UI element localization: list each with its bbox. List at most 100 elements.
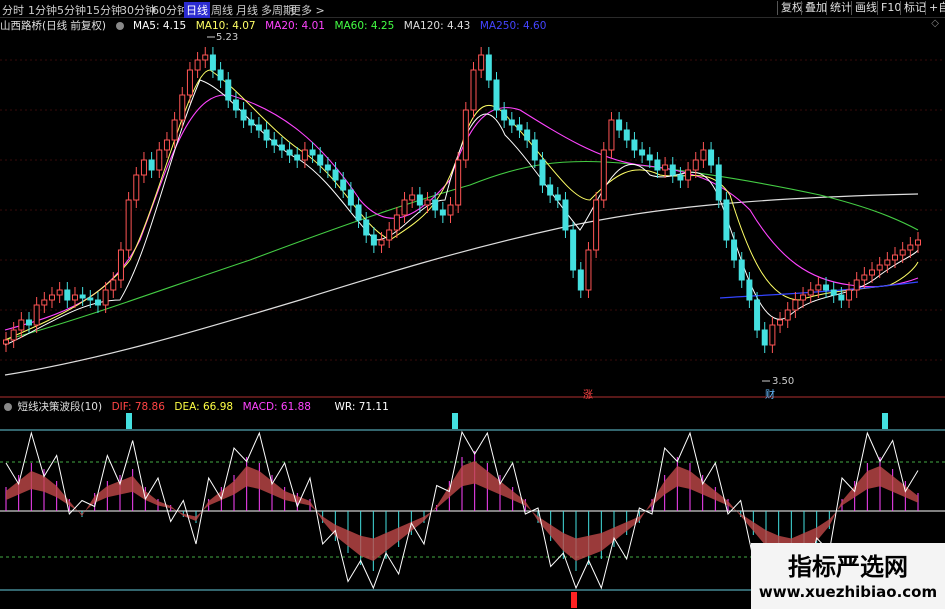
ma250-value: MA250: 4.60 [479, 20, 547, 32]
candle-body [800, 294, 807, 301]
candle-body [48, 294, 55, 301]
candle-body [723, 199, 730, 241]
stock-title: 山西路桥(日线 前复权) [0, 20, 107, 32]
candle-body [94, 299, 101, 306]
candle-body [485, 54, 492, 81]
candle-body [869, 269, 876, 276]
high-price-label: 5.23 [216, 32, 239, 43]
candle-body [593, 199, 600, 251]
ma120-value: MA120: 4.43 [403, 20, 471, 32]
candle-body [577, 269, 584, 291]
candle-body [409, 194, 416, 201]
ma5-line [4, 79, 919, 346]
candle-body [547, 184, 554, 196]
settings-dot-icon[interactable] [115, 22, 124, 30]
bottom-signal-marker [571, 592, 577, 608]
peak-signal-marker [882, 413, 888, 429]
candle-body [263, 129, 270, 141]
candle-body [853, 279, 860, 291]
settings-dot-icon[interactable] [4, 403, 12, 411]
candle-body [708, 149, 715, 166]
candle-body [838, 294, 845, 301]
candle-body [363, 219, 370, 236]
candle-body [18, 319, 25, 331]
candle-body [248, 119, 255, 126]
candle-body [240, 109, 247, 121]
candle-body [516, 124, 523, 131]
candle-body [470, 69, 477, 111]
candle-body [700, 149, 707, 161]
candle-body [915, 239, 921, 246]
candle-body [156, 149, 163, 171]
candle-body [432, 199, 439, 211]
kline-chart[interactable] [0, 0, 945, 609]
candle-body [715, 164, 722, 201]
candle-body [731, 239, 738, 261]
dif-value: DIF: 78.86 [111, 401, 165, 413]
candle-body [317, 154, 324, 166]
candle-body [370, 234, 377, 246]
candle-body [455, 159, 462, 206]
candle-body [669, 164, 676, 176]
candle-body [102, 289, 109, 306]
low-price-label: 3.50 [772, 376, 795, 387]
ma120-line [4, 193, 919, 376]
candle-body [386, 229, 393, 241]
candle-body [71, 294, 78, 301]
candle-body [631, 139, 638, 151]
candle-body [623, 129, 630, 141]
candle-body [907, 244, 914, 251]
candle-body [662, 164, 669, 171]
candle-body [194, 59, 201, 71]
candle-body [79, 294, 86, 299]
candle-body [899, 249, 906, 256]
watermark-badge: 指标严选网 www.xuezhibiao.com [751, 543, 945, 609]
candle-body [110, 279, 117, 291]
diamond-icon[interactable]: ◇ [931, 18, 939, 29]
candle-body [117, 249, 124, 281]
candle-body [746, 279, 753, 301]
candle-body [25, 319, 32, 326]
candle-body [209, 54, 216, 71]
candle-body [562, 199, 569, 231]
candle-body [501, 109, 508, 121]
candle-body [278, 144, 285, 151]
candle-body [807, 289, 814, 296]
candle-body [347, 189, 354, 206]
candle-body [754, 299, 761, 331]
candle-body [140, 159, 147, 176]
candle-body [478, 54, 485, 71]
candle-body [340, 179, 347, 191]
candle-body [424, 199, 431, 206]
candle-body [324, 164, 331, 171]
candle-body [531, 139, 538, 161]
candle-body [815, 284, 822, 291]
candle-body [554, 194, 561, 201]
ma10-value: MA10: 4.07 [195, 20, 256, 32]
indicator-title: 短线决策波段(10) [17, 401, 103, 413]
candle-body [41, 299, 48, 306]
ma5-value: MA5: 4.15 [133, 20, 187, 32]
candle-body [301, 149, 308, 161]
candle-body [777, 319, 784, 326]
candle-body [654, 159, 661, 171]
watermark-title: 指标严选网 [788, 553, 908, 581]
candle-body [133, 174, 140, 201]
dea-value: DEA: 66.98 [174, 401, 234, 413]
candle-body [539, 159, 546, 186]
candle-body [355, 204, 362, 221]
candle-body [876, 264, 883, 271]
candle-body [186, 69, 193, 96]
candle-body [232, 99, 239, 111]
candle-body [56, 289, 63, 296]
candle-body [462, 109, 469, 161]
candle-body [761, 329, 768, 346]
main-legend: 山西路桥(日线 前复权) MA5: 4.15 MA10: 4.07 MA20: … [0, 18, 552, 32]
candle-body [271, 139, 278, 146]
candle-body [393, 214, 400, 231]
candle-body [33, 304, 40, 326]
candle-body [892, 254, 899, 261]
candle-body [585, 249, 592, 291]
candle-body [286, 149, 293, 156]
candle-body [202, 54, 209, 61]
